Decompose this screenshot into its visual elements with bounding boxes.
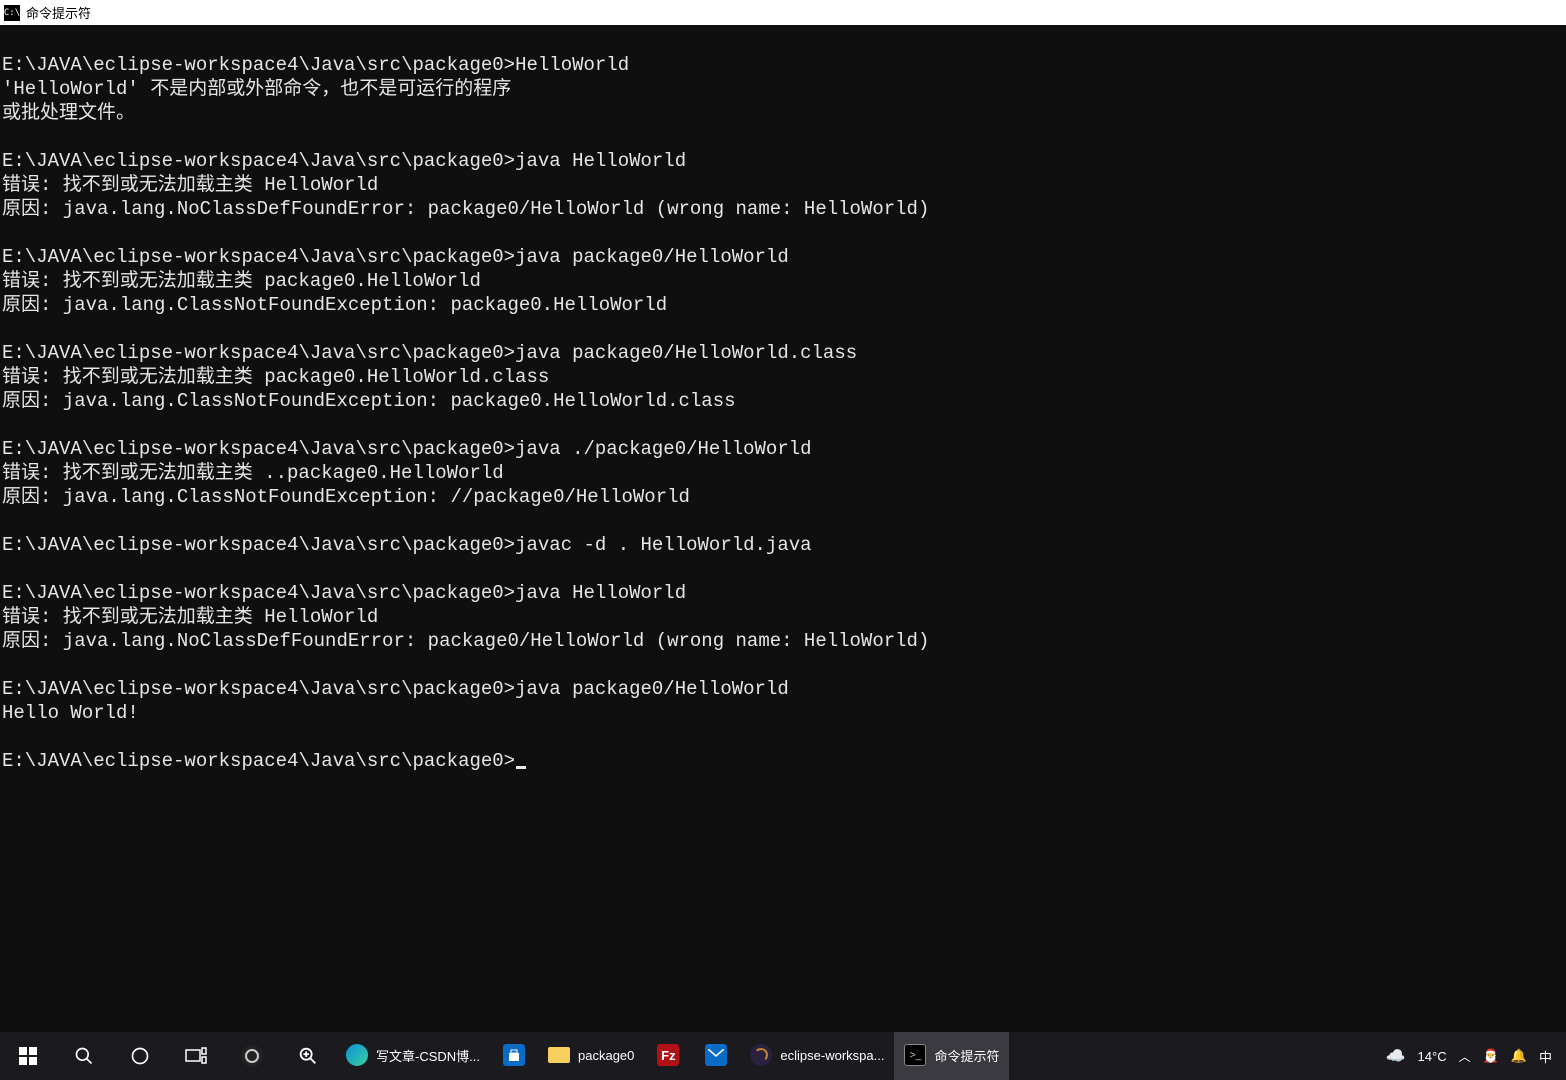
- eclipse-icon: [750, 1044, 772, 1066]
- taskbar-app-label: eclipse-workspa...: [780, 1048, 884, 1063]
- taskview-icon: [185, 1047, 207, 1065]
- cortana-icon: [130, 1046, 150, 1066]
- tray-notification-icon[interactable]: 🔔: [1511, 1048, 1527, 1064]
- weather-temp: 14°C: [1418, 1049, 1447, 1064]
- window-title: 命令提示符: [26, 3, 91, 22]
- windows-icon: [19, 1047, 37, 1065]
- tray-chevron-icon[interactable]: ︿: [1459, 1048, 1471, 1065]
- taskbar-spacer: [1009, 1032, 1371, 1080]
- obs-pinned[interactable]: [224, 1032, 280, 1080]
- edge-icon: [346, 1044, 368, 1066]
- obs-icon: [241, 1045, 263, 1067]
- taskbar-app-edge[interactable]: 写文章-CSDN博...: [336, 1032, 490, 1080]
- taskbar-app-store[interactable]: [490, 1032, 538, 1080]
- taskbar: 写文章-CSDN博... package0 Fz eclipse-workspa…: [0, 1032, 1566, 1080]
- system-tray[interactable]: ☁️ 14°C ︿ 🎅 🔔 中: [1372, 1032, 1566, 1080]
- taskbar-app-label: package0: [578, 1048, 634, 1063]
- magnifier-pinned[interactable]: [280, 1032, 336, 1080]
- taskbar-app-filezilla[interactable]: Fz: [644, 1032, 692, 1080]
- store-icon: [503, 1044, 525, 1066]
- folder-icon: [548, 1047, 570, 1063]
- filezilla-icon: Fz: [657, 1044, 679, 1066]
- terminal-output[interactable]: E:\JAVA\eclipse-workspace4\Java\src\pack…: [0, 25, 1566, 1032]
- taskbar-app-mail[interactable]: [692, 1032, 740, 1080]
- cortana-button[interactable]: [112, 1032, 168, 1080]
- search-icon: [74, 1046, 94, 1066]
- window-titlebar[interactable]: C:\ 命令提示符: [0, 0, 1566, 25]
- taskbar-app-label: 写文章-CSDN博...: [376, 1046, 480, 1065]
- magnifier-icon: [297, 1045, 319, 1067]
- taskbar-app-label: 命令提示符: [934, 1046, 999, 1065]
- taskview-button[interactable]: [168, 1032, 224, 1080]
- weather-icon: ☁️: [1386, 1046, 1406, 1066]
- search-button[interactable]: [56, 1032, 112, 1080]
- cmd-icon: C:\: [4, 5, 20, 21]
- taskbar-app-eclipse[interactable]: eclipse-workspa...: [740, 1032, 894, 1080]
- cmd-taskbar-icon: >_: [904, 1044, 926, 1066]
- taskbar-app-cmd[interactable]: >_ 命令提示符: [894, 1032, 1009, 1080]
- start-button[interactable]: [0, 1032, 56, 1080]
- tray-app-icon[interactable]: 🎅: [1483, 1048, 1499, 1064]
- tray-ime-icon[interactable]: 中: [1539, 1047, 1552, 1066]
- mail-icon: [705, 1044, 727, 1066]
- taskbar-app-explorer[interactable]: package0: [538, 1032, 644, 1080]
- terminal-cursor: [516, 766, 526, 769]
